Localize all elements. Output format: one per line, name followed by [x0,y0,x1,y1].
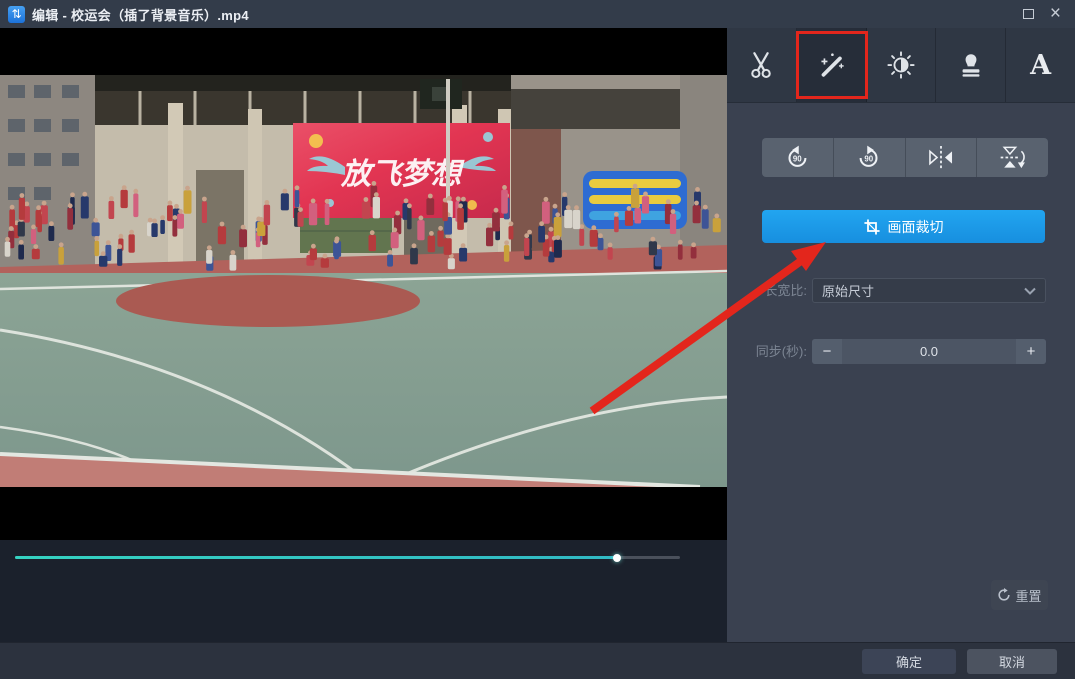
tab-adjust[interactable] [867,28,937,102]
flip-vertical-button[interactable] [977,138,1048,177]
rotate-flip-group: 90 90 [762,138,1048,177]
close-button[interactable]: × [1050,4,1061,23]
sync-value[interactable]: 0.0 [842,339,1016,364]
reset-button[interactable]: 重置 [991,580,1048,610]
crop-button-label: 画面裁切 [887,218,944,235]
tab-effects[interactable] [796,28,867,102]
crop-icon [863,218,880,235]
app-icon: ⇅ [8,5,25,23]
aspect-ratio-select[interactable]: 原始尺寸 [812,278,1046,303]
sync-seconds-label: 同步(秒): [755,344,807,359]
editor-window: ⇅ 编辑 - 校运会（插了背景音乐）.mp4 × 放飞梦想 A 90 90 画面… [0,0,1075,679]
sync-plus-button[interactable]: + [1016,339,1046,364]
titlebar: ⇅ 编辑 - 校运会（插了背景音乐）.mp4 × [0,0,1075,28]
ok-button[interactable]: 确定 [862,649,956,674]
window-title: 编辑 - 校运会（插了背景音乐）.mp4 [32,7,249,23]
tab-watermark[interactable] [936,28,1007,102]
svg-text:90: 90 [793,154,802,163]
brightness-icon [887,51,915,79]
maximize-button[interactable] [1022,9,1034,19]
video-frame: 放飞梦想 [0,75,727,487]
chevron-down-icon [1024,287,1036,295]
video-preview-area: 放飞梦想 [0,28,727,540]
magic-wand-icon [821,53,844,77]
cancel-button[interactable]: 取消 [967,649,1057,674]
svg-text:90: 90 [864,154,873,163]
player-controls: 00:00:24 / 00:00:26 [0,540,727,642]
aspect-ratio-label: 长宽比: [764,283,807,298]
rotate-left-button[interactable]: 90 [762,138,834,177]
reset-button-label: 重置 [1015,588,1042,604]
sync-stepper: − 0.0 + [812,339,1046,364]
edit-side-panel: A 90 90 画面裁切 长宽比: 原始尺寸 同步(秒): − 0.0 + 重置 [727,28,1075,642]
flip-horizontal-icon [929,146,952,169]
aspect-ratio-value: 原始尺寸 [822,284,875,299]
tab-trim[interactable] [727,28,797,102]
text-tool-icon: A [1030,49,1052,81]
rotate-right-90-icon: 90 [859,145,878,167]
rotate-right-button[interactable]: 90 [833,138,906,177]
reset-icon [998,588,1011,601]
crop-button[interactable]: 画面裁切 [762,210,1045,243]
rotate-left-90-icon: 90 [788,145,807,167]
flip-horizontal-button[interactable] [905,138,978,177]
footer-bar: 确定 取消 [0,642,1075,679]
sync-minus-button[interactable]: − [812,339,842,364]
progress-thumb[interactable] [612,553,621,562]
stamp-icon [962,54,980,77]
tab-text[interactable]: A [1006,28,1075,102]
tool-tabbar: A [727,28,1075,103]
progress-fill [15,556,617,559]
progress-bar[interactable] [15,552,680,562]
flip-vertical-icon [1000,146,1025,169]
progress-track[interactable] [15,553,680,562]
scissors-icon [751,52,772,79]
